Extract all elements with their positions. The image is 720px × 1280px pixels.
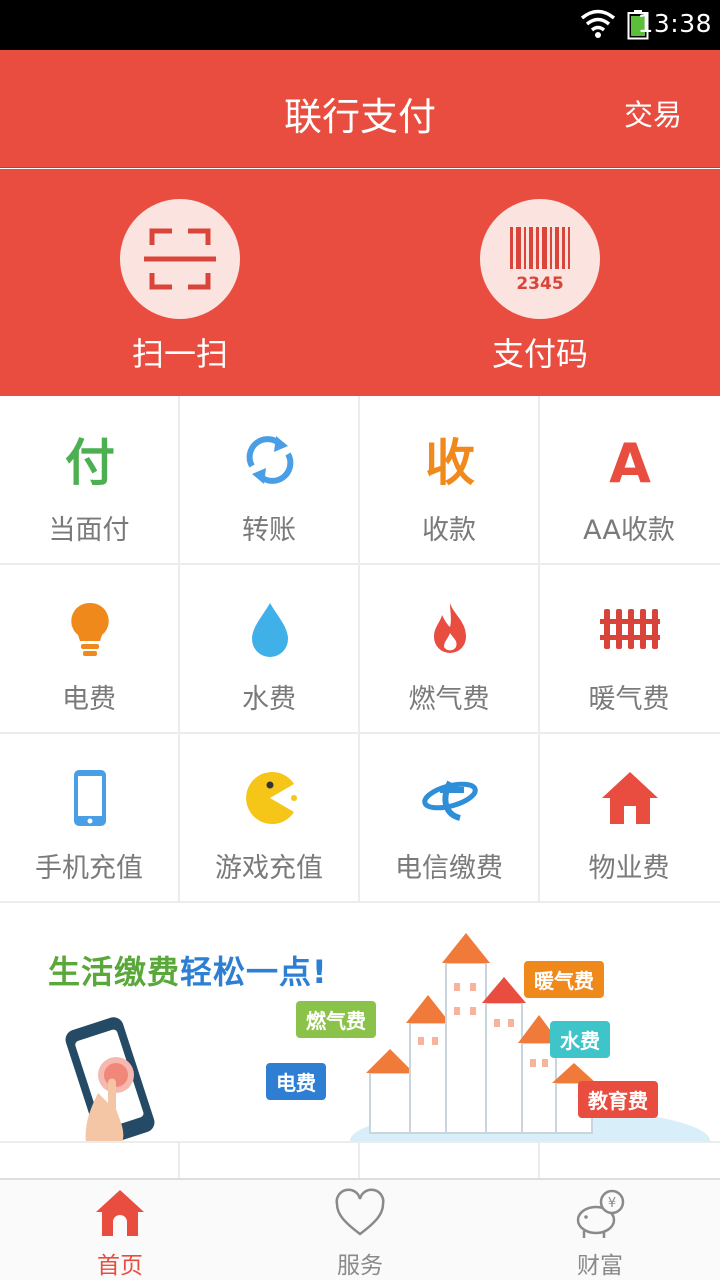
transactions-button[interactable]: 交易	[624, 92, 682, 134]
service-grid: 付 当面付 转账 收 收款 A AA收款 电费 水费 燃气费 暖气费 手机充值 …	[0, 396, 720, 903]
grid-item-transfer[interactable]: 转账	[180, 396, 360, 565]
tag-water: 水费	[550, 1021, 610, 1058]
grid-item-gas[interactable]: 燃气费	[360, 565, 540, 734]
scan-button[interactable]: 扫一扫	[60, 169, 300, 373]
house-icon	[602, 772, 658, 824]
hero-actions: 扫一扫 2345 支付码	[0, 169, 720, 396]
tab-label: 财富	[577, 1253, 623, 1279]
status-bar: 13:38	[0, 0, 720, 50]
svg-text:付: 付	[65, 434, 115, 490]
grid-item-label: 水费	[242, 684, 296, 715]
grid-item-property[interactable]: 物业费	[540, 734, 720, 903]
water-drop-icon	[252, 603, 288, 657]
payment-code-label: 支付码	[491, 335, 588, 373]
promo-banner[interactable]: 生活缴费轻松一点! 燃气费 暖气费 水费 电费 教育费	[0, 903, 720, 1143]
grid-item-label: 转账	[242, 515, 296, 546]
grid-item-face-to-face-pay[interactable]: 付 当面付	[0, 396, 180, 565]
barcode-icon: 2345	[510, 227, 570, 294]
home-icon	[96, 1190, 144, 1236]
barcode-number: 2345	[516, 274, 563, 294]
svg-text:A: A	[609, 432, 651, 490]
grid-item-game-topup[interactable]: 游戏充值	[180, 734, 360, 903]
refresh-arrows-icon	[246, 436, 294, 484]
scan-label: 扫一扫	[131, 335, 228, 373]
grid-item-label: 物业费	[588, 853, 670, 884]
telecom-icon	[422, 780, 478, 821]
city-illustration	[350, 933, 710, 1141]
banner-slogan: 生活缴费轻松一点!	[48, 947, 328, 993]
bottom-tab-bar: 首页 服务 ¥ 财富	[0, 1178, 720, 1280]
grid-item-label: 收款	[422, 515, 476, 546]
tab-services[interactable]: 服务	[240, 1180, 480, 1280]
flame-icon	[434, 603, 466, 653]
heart-icon	[335, 1188, 385, 1236]
banner-slogan-part2: 轻松一点!	[180, 953, 328, 991]
grid-item-label: 手机充值	[35, 853, 143, 884]
barcode-circle: 2345	[480, 199, 600, 319]
grid-item-mobile-topup[interactable]: 手机充值	[0, 734, 180, 903]
grid-item-label: 暖气费	[588, 684, 670, 715]
tag-gas: 燃气费	[296, 1001, 376, 1038]
tag-education: 教育费	[578, 1081, 658, 1118]
grid-item-water[interactable]: 水费	[180, 565, 360, 734]
svg-text:收: 收	[425, 434, 475, 490]
grid-next-row	[0, 1143, 720, 1179]
scan-icon	[144, 228, 216, 290]
phone-icon	[74, 770, 106, 826]
status-time: 13:38	[637, 9, 712, 38]
tag-electricity: 电费	[266, 1063, 326, 1100]
payment-code-button[interactable]: 2345 支付码	[420, 169, 660, 373]
piggy-bank-icon: ¥	[576, 1189, 625, 1238]
wifi-icon	[580, 9, 616, 38]
phone-hand-illustration	[65, 1017, 155, 1141]
grid-item-label: AA收款	[583, 515, 675, 546]
grid-item-receive[interactable]: 收 收款	[360, 396, 540, 565]
svg-text:¥: ¥	[608, 1196, 616, 1211]
tag-heating: 暖气费	[524, 961, 604, 998]
pay-character-icon: 付	[65, 434, 115, 490]
tab-home[interactable]: 首页	[0, 1180, 240, 1280]
tab-label: 服务	[337, 1253, 383, 1279]
grid-item-aa-receive[interactable]: A AA收款	[540, 396, 720, 565]
page-title: 联行支付	[283, 95, 436, 139]
lightbulb-icon	[71, 602, 109, 656]
banner-slogan-part1: 生活缴费	[48, 953, 181, 991]
grid-item-label: 电信缴费	[395, 853, 503, 884]
grid-item-electricity[interactable]: 电费	[0, 565, 180, 734]
app-header: 联行支付 交易	[0, 50, 720, 168]
pacman-icon	[246, 772, 297, 824]
grid-item-label: 电费	[62, 684, 116, 715]
tab-wealth[interactable]: ¥ 财富	[480, 1180, 720, 1280]
letter-a-icon: A	[609, 432, 651, 490]
grid-item-heating[interactable]: 暖气费	[540, 565, 720, 734]
scan-circle	[120, 199, 240, 319]
receive-character-icon: 收	[425, 434, 475, 490]
grid-item-label: 游戏充值	[215, 853, 323, 884]
radiator-icon	[600, 609, 660, 649]
grid-item-label: 燃气费	[408, 684, 490, 715]
grid-item-label: 当面付	[48, 515, 130, 546]
tab-label: 首页	[97, 1253, 143, 1279]
grid-item-telecom[interactable]: 电信缴费	[360, 734, 540, 903]
